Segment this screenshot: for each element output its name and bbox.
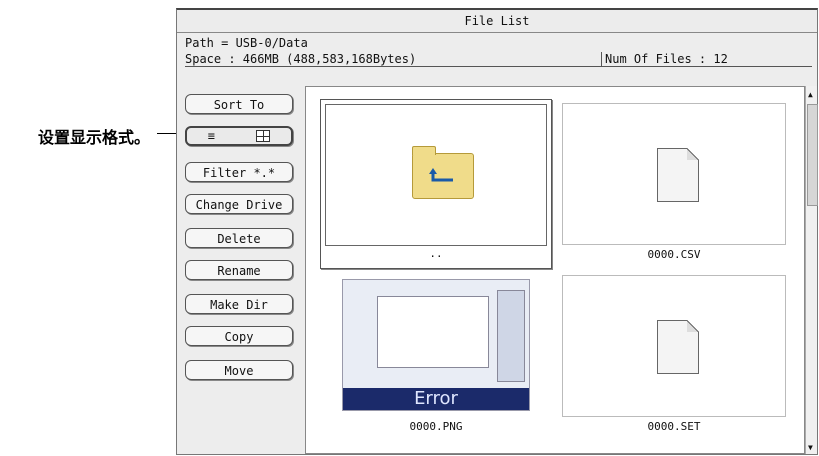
list-view-icon: ≡: [207, 129, 215, 143]
image-thumbnail: Error: [342, 279, 530, 411]
make-dir-button[interactable]: Make Dir: [185, 294, 293, 314]
thumbnail-sidebar: [497, 290, 525, 382]
file-name: 0000.CSV: [647, 248, 701, 261]
space-row: Space : 466MB (488,583,168Bytes) Num Of …: [185, 52, 812, 67]
sort-button[interactable]: Sort To: [185, 94, 293, 114]
filter-button[interactable]: Filter *.*: [185, 162, 293, 182]
file-tile-set[interactable]: 0000.SET: [558, 271, 790, 441]
display-format-toggle[interactable]: ≡: [185, 126, 293, 146]
delete-button[interactable]: Delete: [185, 228, 293, 248]
thumbnail-view-icon: [256, 130, 271, 142]
scroll-up-icon[interactable]: ▲: [808, 90, 813, 99]
copy-button[interactable]: Copy: [185, 326, 293, 346]
rename-button[interactable]: Rename: [185, 260, 293, 280]
file-tile-png[interactable]: Error 0000.PNG: [320, 271, 552, 441]
num-files-text: Num Of Files : 12: [601, 52, 728, 66]
vertical-scrollbar[interactable]: ▲ ▼: [805, 86, 818, 454]
file-list-window: File List Path = USB-0/Data Space : 466M…: [176, 8, 818, 455]
file-icon: [657, 148, 699, 202]
file-grid: .. 0000.CSV Error 0000.PNG 0000.SET: [305, 86, 805, 454]
scroll-thumb[interactable]: [807, 104, 818, 206]
file-tile-parent[interactable]: ..: [320, 99, 552, 269]
file-name: 0000.SET: [647, 420, 701, 433]
path-text: Path = USB-0/Data: [185, 36, 308, 50]
display-format-callout: 设置显示格式。: [38, 128, 151, 147]
file-name: ..: [429, 247, 443, 260]
info-bar: Path = USB-0/Data Space : 466MB (488,583…: [177, 33, 817, 67]
tile-frame: [562, 275, 786, 417]
file-icon: [657, 320, 699, 374]
thumbnail-banner: Error: [343, 388, 529, 410]
thumbnail-list: [377, 296, 489, 368]
file-tile-csv[interactable]: 0000.CSV: [558, 99, 790, 269]
tile-frame: [562, 103, 786, 245]
tile-frame: [325, 104, 547, 246]
file-name: 0000.PNG: [409, 420, 463, 433]
folder-up-icon: [412, 146, 474, 199]
change-drive-button[interactable]: Change Drive: [185, 194, 293, 214]
scroll-down-icon[interactable]: ▼: [808, 443, 813, 452]
space-text: Space : 466MB (488,583,168Bytes): [185, 52, 417, 66]
window-title: File List: [177, 10, 817, 33]
move-button[interactable]: Move: [185, 360, 293, 380]
